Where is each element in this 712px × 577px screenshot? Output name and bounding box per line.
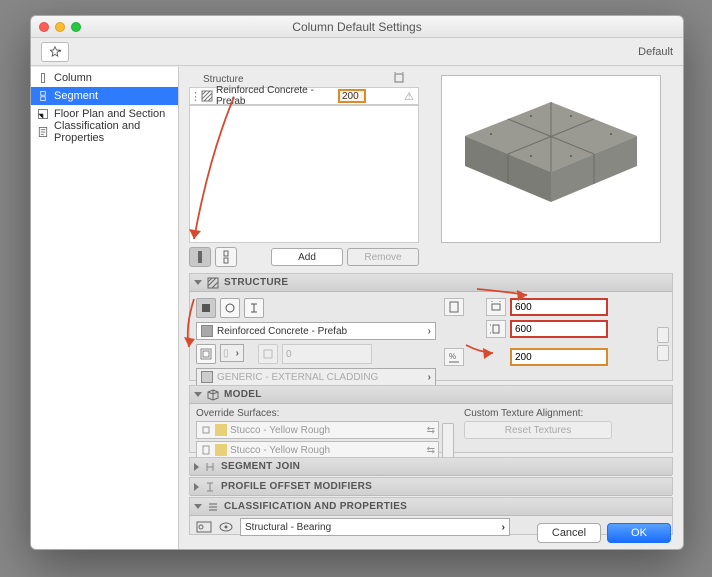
cube-icon	[207, 389, 219, 401]
offset-input[interactable]	[510, 348, 608, 366]
col-structure: Structure	[201, 74, 379, 85]
sidebar: Column Segment Floor Plan and Section Cl…	[31, 67, 179, 549]
segment-mode-multi[interactable]	[215, 247, 237, 267]
panel-title: SEGMENT JOIN	[221, 461, 300, 472]
segment-list-area[interactable]	[189, 105, 419, 243]
surface-swatch	[215, 424, 227, 436]
veneer-pen: ▯›	[220, 344, 244, 362]
classification-selector[interactable]: Structural - Bearing ›	[240, 518, 510, 536]
chevron-down-icon	[194, 504, 202, 509]
segment-name: Reinforced Concrete - Prefab	[214, 85, 338, 107]
eye-icon[interactable]	[218, 520, 234, 534]
join-icon	[204, 461, 216, 473]
window-title: Column Default Settings	[39, 20, 675, 34]
default-label: Default	[638, 46, 673, 58]
toolbar: Default	[31, 38, 683, 66]
segment-mode-single[interactable]	[189, 247, 211, 267]
model-header[interactable]: MODEL	[190, 386, 672, 404]
chevron-right-icon	[194, 483, 199, 491]
material-name: Reinforced Concrete - Prefab	[217, 326, 347, 337]
segment-table: Structure ⋮ Reinforced Concrete - Prefab…	[189, 71, 419, 105]
ok-button[interactable]: OK	[607, 523, 671, 543]
surface-swatch	[215, 444, 227, 456]
face-side-icon	[200, 444, 212, 456]
titlebar: Column Default Settings	[31, 16, 683, 38]
surface-name: Stucco - Yellow Rough	[230, 445, 330, 456]
sidebar-item-label: Classification and Properties	[54, 120, 172, 144]
profile-modifiers-panel: PROFILE OFFSET MODIFIERS	[189, 477, 673, 495]
shape-circle[interactable]	[220, 298, 240, 318]
main-panel: Structure ⋮ Reinforced Concrete - Prefab…	[179, 67, 683, 549]
material-swatch	[201, 325, 213, 337]
cancel-button[interactable]: Cancel	[537, 523, 601, 543]
material-swatch	[201, 371, 213, 383]
preview-3d[interactable]	[441, 75, 661, 243]
chevron-down-icon	[194, 280, 202, 285]
sidebar-item-label: Floor Plan and Section	[54, 108, 165, 120]
reset-textures-button: Reset Textures	[464, 421, 612, 439]
chevron-right-icon: ›	[428, 372, 431, 383]
material-selector[interactable]: Reinforced Concrete - Prefab ›	[196, 322, 436, 340]
hatch-icon	[207, 277, 219, 289]
segment-join-header[interactable]: SEGMENT JOIN	[190, 458, 672, 476]
list-icon	[207, 501, 219, 513]
face-top-icon	[200, 424, 212, 436]
swap-icon[interactable]: ⇆	[427, 445, 435, 456]
plan-icon[interactable]	[444, 298, 464, 316]
classification-header[interactable]: CLASSIFICATION AND PROPERTIES	[190, 498, 672, 516]
structure-header[interactable]: STRUCTURE	[190, 274, 672, 292]
chevron-down-icon	[194, 392, 202, 397]
chevron-right-icon: ›	[428, 326, 431, 337]
depth-icon	[486, 320, 506, 338]
panel-title: STRUCTURE	[224, 277, 288, 288]
alert-icon[interactable]: ⚠︎	[400, 90, 418, 103]
profile-modifiers-header[interactable]: PROFILE OFFSET MODIFIERS	[190, 478, 672, 496]
shape-square[interactable]	[196, 298, 216, 318]
custom-texture-label: Custom Texture Alignment:	[464, 408, 612, 419]
width-icon	[486, 298, 506, 316]
veneer-toggle[interactable]	[196, 344, 216, 364]
model-panel: MODEL Override Surfaces: Stucco - Yellow…	[189, 385, 673, 453]
surface-row-top[interactable]: Stucco - Yellow Rough ⇆	[196, 421, 439, 439]
segment-join-panel: SEGMENT JOIN	[189, 457, 673, 475]
sidebar-item-column[interactable]: Column	[31, 69, 178, 87]
depth-input[interactable]	[510, 320, 608, 338]
id-icon[interactable]	[196, 520, 212, 534]
link-bottom-icon[interactable]	[657, 345, 669, 361]
svg-text:%: %	[449, 352, 456, 361]
ibeam-icon	[204, 481, 216, 493]
sidebar-item-label: Segment	[54, 90, 98, 102]
veneer-material-name: GENERIC - EXTERNAL CLADDING	[217, 372, 378, 383]
panel-title: PROFILE OFFSET MODIFIERS	[221, 481, 372, 492]
sidebar-item-label: Column	[54, 72, 92, 84]
remove-button: Remove	[347, 248, 419, 266]
swap-icon[interactable]: ⇆	[427, 425, 435, 436]
favorites-button[interactable]	[41, 42, 69, 62]
surface-name: Stucco - Yellow Rough	[230, 425, 330, 436]
panel-title: CLASSIFICATION AND PROPERTIES	[224, 501, 407, 512]
segment-row[interactable]: ⋮ Reinforced Concrete - Prefab 200 ⚠︎	[189, 87, 419, 105]
veneer-dim-icon	[258, 344, 278, 364]
shape-ibeam[interactable]	[244, 298, 264, 318]
chevron-right-icon	[194, 463, 199, 471]
structure-panel: STRUCTURE Reinforced Concrete - Prefab ›	[189, 273, 673, 381]
sidebar-item-classification[interactable]: Classification and Properties	[31, 123, 178, 141]
override-label: Override Surfaces:	[196, 408, 454, 419]
chevron-right-icon: ›	[502, 522, 505, 533]
classification-value: Structural - Bearing	[245, 522, 331, 533]
hatch-icon	[200, 90, 214, 102]
veneer-value	[282, 344, 372, 364]
col-dim-icon	[379, 72, 419, 87]
add-button[interactable]: Add	[271, 248, 343, 266]
link-top-icon[interactable]	[657, 327, 669, 343]
panel-title: MODEL	[224, 389, 262, 400]
segment-dim-value[interactable]: 200	[338, 89, 366, 103]
percent-offset-icon[interactable]: %	[444, 348, 464, 366]
link-surfaces-icon[interactable]	[442, 423, 454, 459]
width-input[interactable]	[510, 298, 608, 316]
veneer-material-selector: GENERIC - EXTERNAL CLADDING ›	[196, 368, 436, 386]
sidebar-item-segment[interactable]: Segment	[31, 87, 178, 105]
